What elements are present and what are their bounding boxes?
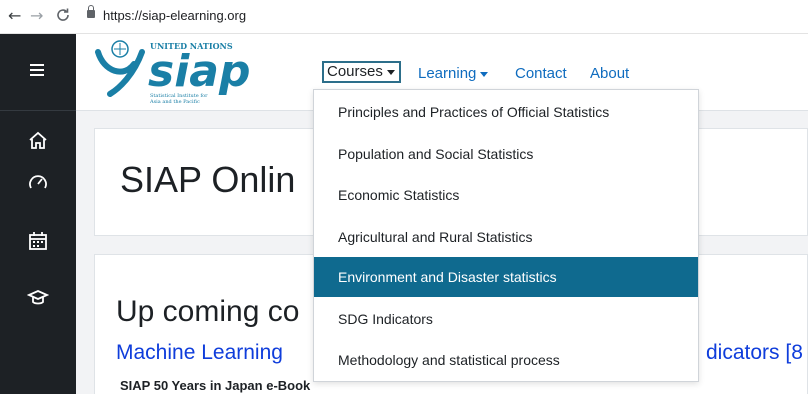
page-title: SIAP Onlin: [120, 159, 296, 200]
dropdown-item-economic[interactable]: Economic Statistics: [314, 175, 698, 215]
dropdown-item-official-statistics[interactable]: Principles and Practices of Official Sta…: [314, 92, 698, 132]
about-link[interactable]: About: [590, 65, 629, 83]
reload-icon[interactable]: [55, 7, 71, 27]
browser-toolbar: ← → https://siap-elearning.org: [0, 0, 808, 34]
course-link-tail[interactable]: dicators [8: [706, 340, 803, 366]
dropdown-item-population-social[interactable]: Population and Social Statistics: [314, 134, 698, 174]
lock-icon: [87, 5, 95, 19]
dropdown-item-methodology[interactable]: Methodology and statistical process: [314, 340, 698, 380]
courses-label: Courses: [327, 63, 383, 80]
dashboard-icon[interactable]: [27, 172, 49, 194]
home-icon[interactable]: [27, 130, 49, 152]
calendar-icon[interactable]: [27, 230, 49, 252]
upcoming-heading: Up coming co: [116, 295, 300, 328]
graduation-cap-icon[interactable]: [26, 286, 50, 308]
dropdown-item-agricultural-rural[interactable]: Agricultural and Rural Statistics: [314, 217, 698, 257]
forward-arrow-icon[interactable]: →: [30, 7, 43, 25]
dropdown-item-environment-disaster[interactable]: Environment and Disaster statistics: [314, 257, 698, 297]
logo-name-text: siap: [148, 46, 250, 97]
back-arrow-icon[interactable]: ←: [8, 7, 21, 25]
courses-dropdown-menu: Principles and Practices of Official Sta…: [313, 89, 699, 382]
chevron-down-icon: [386, 69, 395, 75]
ebook-text: SIAP 50 Years in Japan e-Book: [120, 378, 311, 393]
courses-menu-button[interactable]: Courses: [322, 61, 401, 83]
siap-logo[interactable]: UNITED NATIONS siap Statistical Institut…: [90, 38, 270, 106]
menu-icon[interactable]: [30, 64, 44, 76]
nav-drawer: [0, 34, 76, 394]
learning-menu-link[interactable]: Learning: [418, 65, 489, 83]
learning-label: Learning: [418, 65, 477, 82]
address-bar[interactable]: https://siap-elearning.org: [103, 8, 246, 23]
contact-link[interactable]: Contact: [515, 65, 567, 83]
chevron-down-icon: [480, 71, 489, 77]
dropdown-item-sdg-indicators[interactable]: SDG Indicators: [314, 299, 698, 339]
drawer-toggle-area: [0, 34, 76, 111]
course-link[interactable]: Machine Learning: [116, 340, 283, 366]
logo-tagline-2: Asia and the Pacific: [149, 99, 200, 105]
